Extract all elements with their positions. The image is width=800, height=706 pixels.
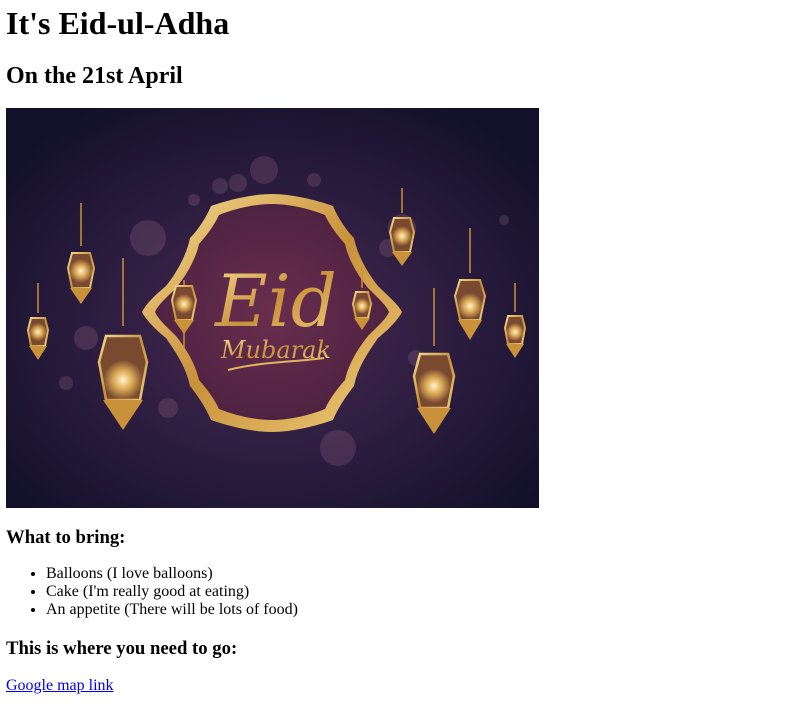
eid-mubarak-image: Eid Mubarak (6, 108, 539, 508)
what-to-bring-heading: What to bring: (6, 527, 126, 548)
list-item: An appetite (There will be lots of food) (46, 601, 794, 619)
google-map-link[interactable]: Google map link (6, 677, 114, 695)
event-date-heading: On the 21st April (6, 63, 183, 89)
location-heading: This is where you need to go: (6, 638, 238, 659)
eid-script-text: Eid (213, 259, 337, 343)
list-item: Cake (I'm really good at eating) (46, 583, 794, 601)
page-title: It's Eid-ul-Adha (6, 5, 230, 41)
list-item: Balloons (I love balloons) (46, 565, 794, 583)
bring-list: Balloons (I love balloons) Cake (I'm rea… (6, 565, 794, 619)
